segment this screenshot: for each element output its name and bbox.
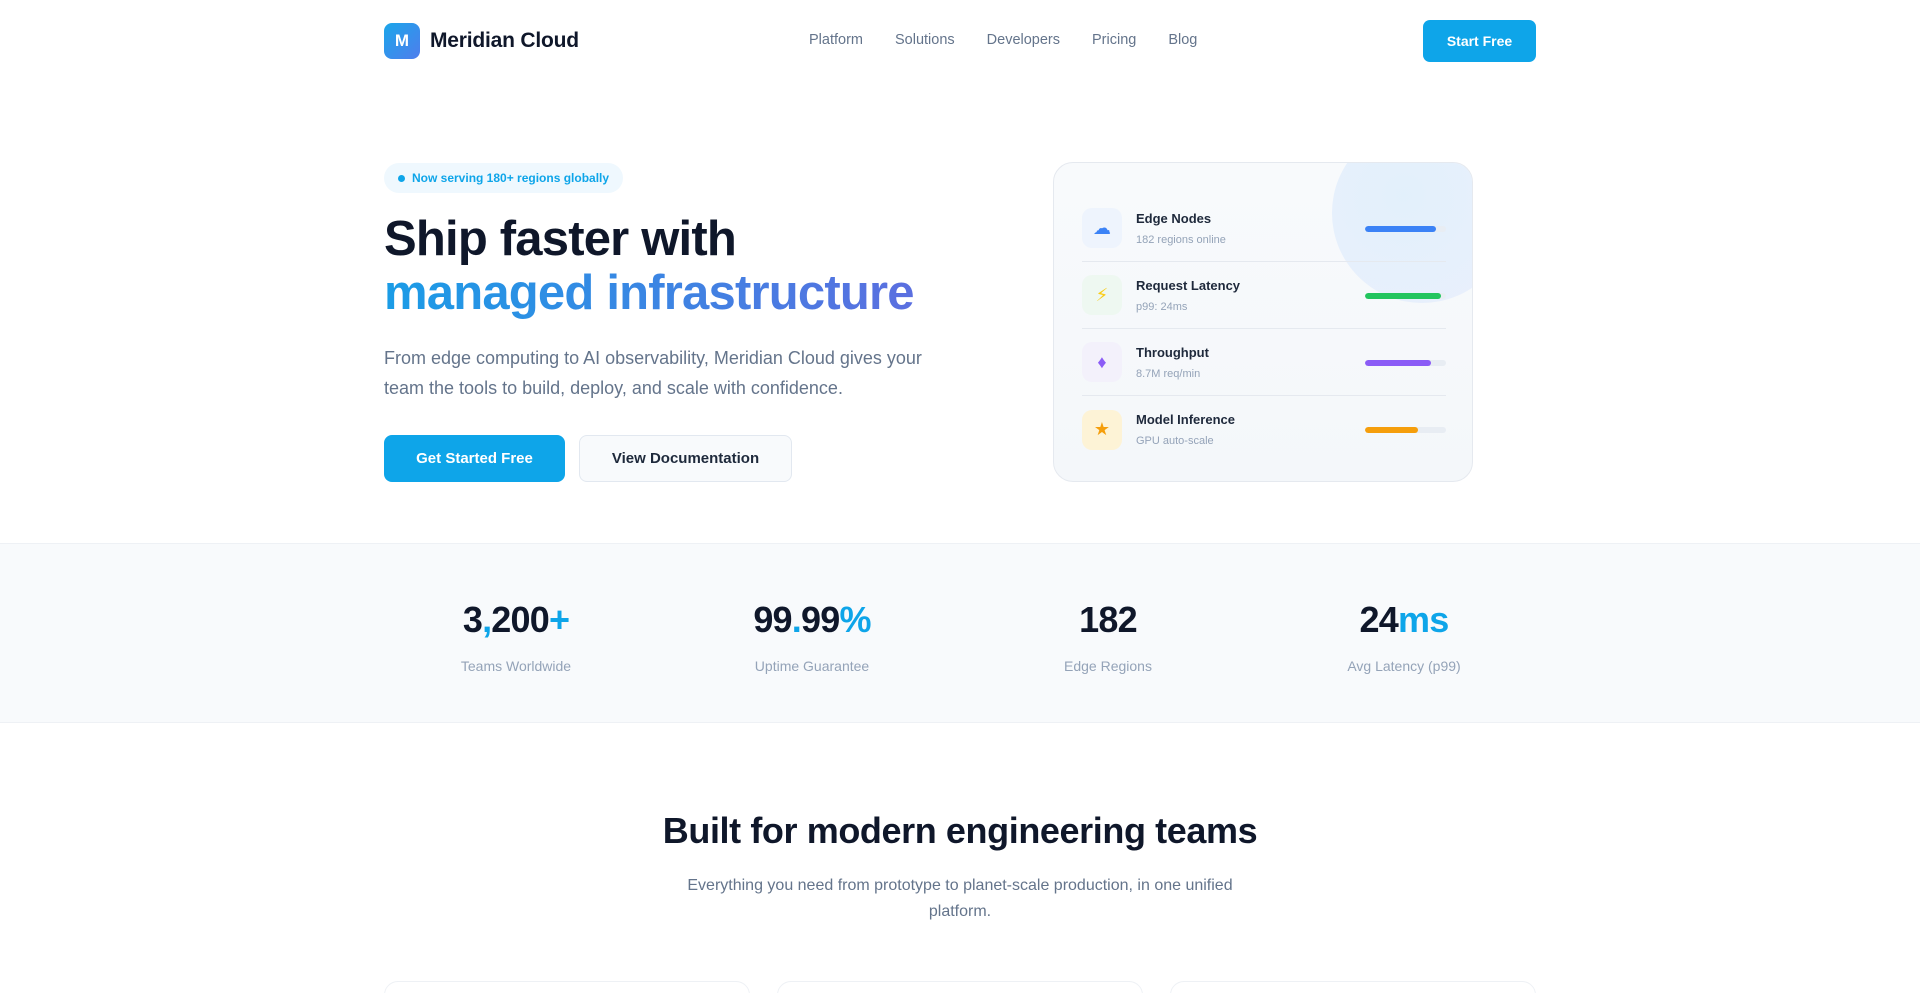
- metric-progress-fill: [1365, 360, 1432, 366]
- nav-link-solutions[interactable]: Solutions: [895, 32, 955, 48]
- metric-subtitle: 182 regions online: [1136, 233, 1226, 246]
- features-title: Built for modern engineering teams: [662, 810, 1258, 851]
- top-nav: M Meridian Cloud Platform Solutions Deve…: [0, 0, 1920, 82]
- metric-title: Model Inference: [1136, 412, 1235, 427]
- cloud-icon: ☁: [1082, 208, 1122, 248]
- nav-link-pricing[interactable]: Pricing: [1092, 32, 1136, 48]
- metric-progress-bar: [1365, 226, 1446, 232]
- stat-label: Uptime Guarantee: [754, 658, 870, 674]
- metric-progress-bar: [1365, 293, 1446, 299]
- metric-title: Edge Nodes: [1136, 210, 1212, 226]
- metric-progress-fill: [1365, 226, 1437, 232]
- hero-title-line1: Ship faster with: [384, 212, 737, 266]
- hero-badge: Now serving 180+ regions globally: [384, 163, 624, 193]
- stat-value: 24ms: [1359, 599, 1450, 640]
- metric-text: Edge Nodes 182 regions online: [1136, 211, 1226, 246]
- metric-subtitle: 8.7M req/min: [1136, 367, 1201, 380]
- metrics-card: ☁ Edge Nodes 182 regions online ⚡ Request La…: [1053, 162, 1473, 482]
- feature-card[interactable]: [777, 981, 1143, 993]
- nav-link-platform[interactable]: Platform: [809, 32, 863, 48]
- star-icon: ★: [1082, 409, 1122, 450]
- stat-item: 24ms Avg Latency (p99): [1274, 599, 1534, 674]
- hero-title-line2: managed infrastructure: [384, 266, 915, 320]
- metric-title: Request Latency: [1136, 277, 1241, 293]
- stat-item: 3,200+ Teams Worldwide: [386, 599, 646, 674]
- stat-value: 99.99%: [753, 599, 871, 640]
- stat-item: 182 Edge Regions: [978, 599, 1238, 674]
- diamond-icon: ♦: [1082, 342, 1122, 382]
- nav-link-blog[interactable]: Blog: [1168, 32, 1197, 48]
- start-free-button[interactable]: Start Free: [1423, 20, 1536, 62]
- metric-text: Request Latency p99: 24ms: [1136, 278, 1240, 313]
- lightning-icon: ⚡: [1082, 275, 1122, 315]
- nav-links: Platform Solutions Developers Pricing Bl…: [809, 32, 1197, 48]
- stat-label: Teams Worldwide: [460, 658, 572, 674]
- metric-row: ★ Model Inference GPU auto-scale: [1082, 396, 1446, 463]
- stat-value: 182: [1079, 599, 1137, 640]
- badge-dot-icon: [398, 174, 405, 182]
- metric-row: ⚡ Request Latency p99: 24ms: [1082, 262, 1446, 329]
- stat-label: Edge Regions: [1064, 658, 1152, 674]
- features-description: Everything you need from prototype to pl…: [687, 877, 1233, 920]
- stat-label: Avg Latency (p99): [1347, 658, 1461, 674]
- metric-text: Throughput 8.7M req/min: [1136, 345, 1209, 380]
- stat-item: 99.99% Uptime Guarantee: [682, 599, 942, 674]
- metric-subtitle: p99: 24ms: [1136, 300, 1188, 313]
- view-docs-button[interactable]: View Documentation: [579, 435, 792, 482]
- brand[interactable]: M Meridian Cloud: [384, 23, 579, 59]
- metric-progress-bar: [1365, 427, 1446, 433]
- metric-progress-bar: [1365, 360, 1446, 366]
- feature-card[interactable]: [1170, 981, 1536, 993]
- metric-row: ☁ Edge Nodes 182 regions online: [1082, 195, 1446, 262]
- brand-name: Meridian Cloud: [430, 29, 579, 52]
- nav-link-developers[interactable]: Developers: [987, 32, 1060, 48]
- hero-description: From edge computing to AI observability,…: [384, 348, 922, 398]
- brand-logo-icon: M: [384, 23, 420, 59]
- badge-text: Now serving 180+ regions globally: [412, 171, 610, 185]
- hero-title: Ship faster with managed infrastructure: [384, 212, 915, 320]
- metric-progress-fill: [1365, 293, 1442, 299]
- get-started-button[interactable]: Get Started Free: [384, 435, 565, 482]
- feature-card[interactable]: [384, 981, 750, 993]
- metric-title: Throughput: [1136, 344, 1209, 360]
- metric-subtitle: GPU auto-scale: [1136, 435, 1214, 447]
- metric-progress-fill: [1365, 427, 1419, 433]
- metric-row: ♦ Throughput 8.7M req/min: [1082, 329, 1446, 396]
- stat-value: 3,200+: [462, 599, 570, 640]
- metric-text: Model Inference GPU auto-scale: [1136, 412, 1235, 447]
- stats-strip: 3,200+ Teams Worldwide 99.99% Uptime Guaran…: [0, 543, 1920, 723]
